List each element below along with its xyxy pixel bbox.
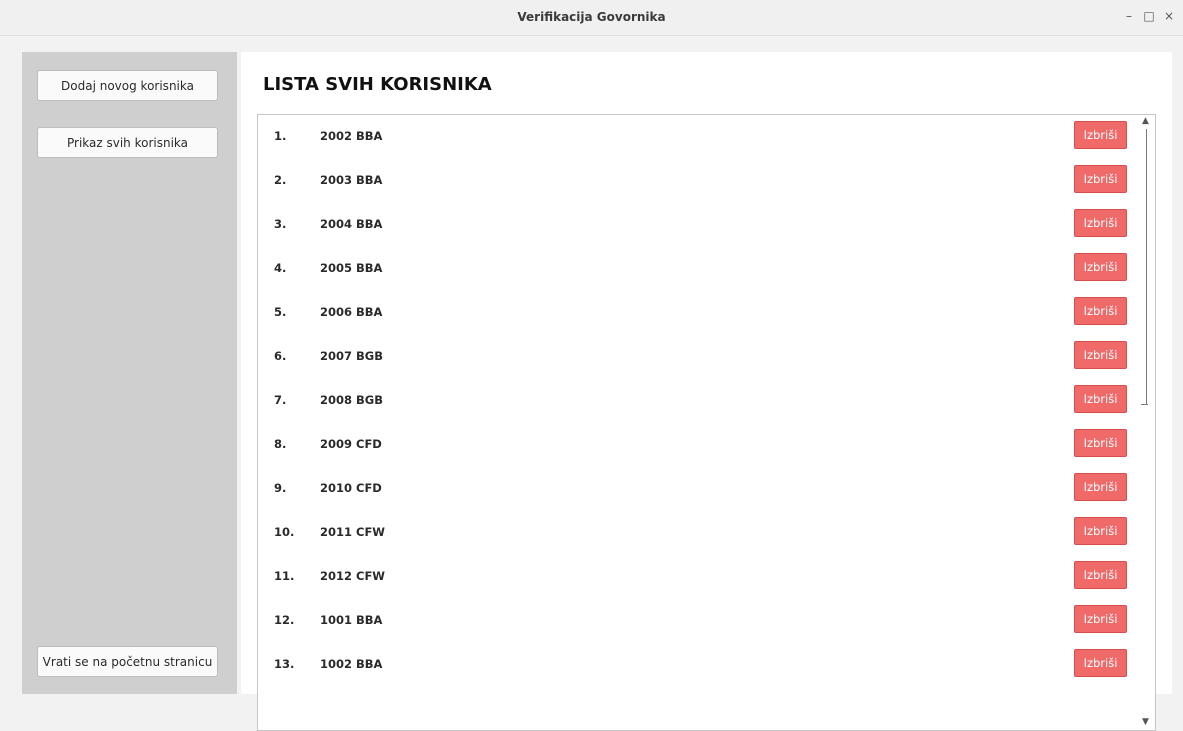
user-name: 2012 CFW: [320, 569, 385, 583]
user-name: 2009 CFD: [320, 437, 382, 451]
table-row: 6. 2007 BGB Izbriši: [258, 335, 1138, 379]
user-name: 2007 BGB: [320, 349, 383, 363]
user-name: 2002 BBA: [320, 129, 383, 143]
row-number: 13.: [274, 657, 295, 671]
row-number: 1.: [274, 129, 287, 143]
delete-button[interactable]: Izbriši: [1074, 385, 1127, 413]
scroll-up-icon[interactable]: ▲: [1142, 116, 1149, 126]
delete-button[interactable]: Izbriši: [1074, 297, 1127, 325]
page-title: LISTA SVIH KORISNIKA: [263, 74, 492, 95]
scrollbar-thumb-end: [1141, 404, 1148, 405]
delete-button[interactable]: Izbriši: [1074, 165, 1127, 193]
user-name: 2004 BBA: [320, 217, 383, 231]
table-row: 7. 2008 BGB Izbriši: [258, 379, 1138, 423]
table-row: 4. 2005 BBA Izbriši: [258, 247, 1138, 291]
row-number: 10.: [274, 525, 295, 539]
delete-button[interactable]: Izbriši: [1074, 649, 1127, 677]
delete-button[interactable]: Izbriši: [1074, 341, 1127, 369]
user-name: 2011 CFW: [320, 525, 385, 539]
user-name: 2006 BBA: [320, 305, 383, 319]
row-number: 11.: [274, 569, 295, 583]
user-name: 2005 BBA: [320, 261, 383, 275]
delete-button[interactable]: Izbriši: [1074, 209, 1127, 237]
delete-button[interactable]: Izbriši: [1074, 517, 1127, 545]
delete-button[interactable]: Izbriši: [1074, 121, 1127, 149]
row-number: 12.: [274, 613, 295, 627]
maximize-icon[interactable]: □: [1141, 9, 1157, 23]
delete-button[interactable]: Izbriši: [1074, 605, 1127, 633]
row-number: 8.: [274, 437, 287, 451]
minimize-icon[interactable]: –: [1121, 9, 1137, 23]
table-row: 10. 2011 CFW Izbriši: [258, 511, 1138, 555]
back-to-home-button[interactable]: Vrati se na početnu stranicu: [37, 646, 218, 677]
row-number: 3.: [274, 217, 287, 231]
table-row: 11. 2012 CFW Izbriši: [258, 555, 1138, 599]
user-name: 1001 BBA: [320, 613, 383, 627]
delete-button[interactable]: Izbriši: [1074, 253, 1127, 281]
user-name: 1002 BBA: [320, 657, 383, 671]
row-number: 7.: [274, 393, 287, 407]
add-user-button[interactable]: Dodaj novog korisnika: [37, 70, 218, 101]
window-title: Verifikacija Govornika: [517, 10, 666, 24]
table-row: 2. 2003 BBA Izbriši: [258, 159, 1138, 203]
table-row: 1. 2002 BBA Izbriši: [258, 115, 1138, 159]
table-row: 12. 1001 BBA Izbriši: [258, 599, 1138, 643]
row-number: 2.: [274, 173, 287, 187]
row-number: 4.: [274, 261, 287, 275]
scroll-down-icon[interactable]: ▼: [1142, 717, 1149, 727]
delete-button[interactable]: Izbriši: [1074, 473, 1127, 501]
table-row: 13. 1002 BBA Izbriši: [258, 643, 1138, 687]
close-icon[interactable]: ×: [1161, 9, 1177, 23]
user-name: 2003 BBA: [320, 173, 383, 187]
show-all-users-button[interactable]: Prikaz svih korisnika: [37, 127, 218, 158]
scrollbar-thumb[interactable]: [1146, 129, 1147, 405]
table-row: 9. 2010 CFD Izbriši: [258, 467, 1138, 511]
row-number: 6.: [274, 349, 287, 363]
row-number: 9.: [274, 481, 287, 495]
delete-button[interactable]: Izbriši: [1074, 429, 1127, 457]
title-bar: Verifikacija Govornika – □ ×: [0, 0, 1183, 36]
user-list[interactable]: ▲ ▼ 1. 2002 BBA Izbriši 2. 2003 BBA Izbriši 3.…: [257, 114, 1156, 731]
table-row: 3. 2004 BBA Izbriši: [258, 203, 1138, 247]
sidebar: Dodaj novog korisnika Prikaz svih korisn…: [22, 52, 237, 694]
main-panel: LISTA SVIH KORISNIKA ▲ ▼ 1. 2002 BBA Izbri…: [241, 52, 1172, 731]
user-name: 2010 CFD: [320, 481, 382, 495]
delete-button[interactable]: Izbriši: [1074, 561, 1127, 589]
vertical-scrollbar[interactable]: ▲ ▼: [1139, 115, 1155, 730]
row-number: 5.: [274, 305, 287, 319]
user-name: 2008 BGB: [320, 393, 383, 407]
table-row: 8. 2009 CFD Izbriši: [258, 423, 1138, 467]
table-row: 5. 2006 BBA Izbriši: [258, 291, 1138, 335]
